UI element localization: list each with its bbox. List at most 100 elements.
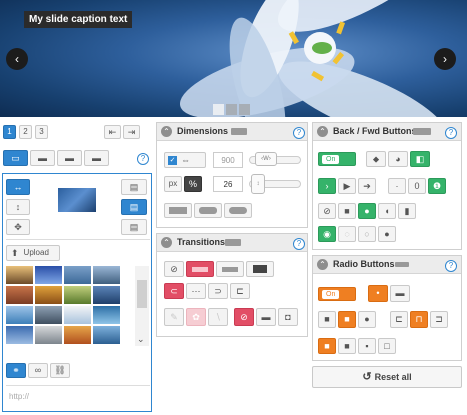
gallery-thumb[interactable] — [93, 266, 120, 284]
effect-button-2[interactable]: ✿ — [186, 308, 206, 326]
transition-none-button[interactable]: ⊘ — [164, 261, 184, 277]
gallery-thumb[interactable] — [6, 326, 33, 344]
radio-pos-button-1[interactable]: ⊏ — [390, 311, 408, 328]
fill-style-button-4[interactable]: ● — [378, 226, 396, 242]
nav-style-button-1[interactable]: ⬥ — [366, 151, 386, 167]
help-icon[interactable]: ? — [137, 153, 149, 165]
shape-style-button-5[interactable]: ▮ — [398, 203, 416, 219]
move-horizontal-button[interactable]: ↔ — [6, 179, 30, 195]
radio-pos-button-3[interactable]: ⊐ — [430, 311, 448, 328]
transition-slide-button[interactable] — [186, 261, 214, 277]
position-top-button[interactable]: ▤ — [121, 179, 147, 195]
gallery-thumb[interactable] — [6, 266, 33, 284]
radio-size-button-4[interactable]: □ — [378, 338, 396, 354]
layout-option-2[interactable]: ▬ — [30, 150, 55, 166]
back-fwd-toggle[interactable]: On — [318, 152, 356, 166]
help-icon[interactable]: ? — [293, 127, 305, 139]
gallery-thumb[interactable] — [93, 326, 120, 344]
layout-option-4[interactable]: ▬ — [84, 150, 109, 166]
scroll-down-icon[interactable]: ⌄ — [137, 334, 145, 345]
page-3-button[interactable]: 3 — [35, 125, 48, 139]
size-slider-knob[interactable]: ↕ — [251, 174, 265, 194]
fill-style-button-2[interactable]: ◌ — [338, 226, 356, 242]
effect-button-4[interactable]: ⊘ — [234, 308, 254, 326]
gallery-thumb[interactable] — [93, 286, 120, 304]
move-vertical-button[interactable]: ↕ — [6, 199, 30, 215]
gallery-thumb[interactable] — [35, 286, 62, 304]
nav-style-button-2[interactable]: ◕ — [388, 151, 408, 167]
fill-style-button-3[interactable]: ○ — [358, 226, 376, 242]
unlink-button[interactable]: ⛓ — [50, 363, 70, 378]
gallery-scrollbar[interactable]: ⌄ — [135, 266, 149, 346]
shape-style-button-4[interactable]: ◖ — [378, 203, 396, 219]
upload-button[interactable]: ⬆ Upload — [6, 245, 60, 261]
move-all-button[interactable]: ✥ — [6, 219, 30, 235]
shape-rounded-button[interactable] — [194, 203, 222, 218]
radio-shape-button-3[interactable]: ● — [358, 311, 376, 328]
position-middle-button[interactable]: ▤ — [121, 199, 147, 215]
aspect-checkbox-button[interactable]: ✓ ⇔ — [164, 152, 206, 168]
radio-toggle[interactable]: On — [318, 287, 356, 301]
slide-dot-3[interactable] — [239, 104, 250, 115]
gallery-thumb[interactable] — [35, 326, 62, 344]
help-icon[interactable]: ? — [445, 127, 457, 139]
dimensions-header[interactable]: ⌃ Dimensions — [157, 123, 307, 141]
radio-size-button-1[interactable]: ■ — [318, 338, 336, 354]
effect-button-5[interactable]: ▬ — [256, 308, 276, 326]
prev-slide-button[interactable]: ‹ — [6, 48, 28, 70]
effect-button-3[interactable]: ∖ — [208, 308, 228, 326]
layout-option-3[interactable]: ▬ — [57, 150, 82, 166]
help-icon[interactable]: ? — [293, 238, 305, 250]
effect-button-1[interactable]: ✎ — [164, 308, 184, 326]
radio-style-button-1[interactable]: • — [368, 285, 388, 302]
gallery-thumb[interactable] — [6, 306, 33, 324]
arrow-style-button-2[interactable]: ▶ — [338, 178, 356, 194]
counter-style-button-3[interactable]: ❶ — [428, 178, 446, 194]
page-1-button[interactable]: 1 — [3, 125, 16, 139]
shape-style-button-2[interactable]: ■ — [338, 203, 356, 219]
position-bottom-button[interactable]: ▤ — [121, 219, 147, 235]
counter-style-button-1[interactable]: · — [388, 178, 406, 194]
counter-style-button-2[interactable]: 0 — [408, 178, 426, 194]
unit-px-button[interactable]: px — [164, 176, 182, 192]
nav-style-button-3[interactable]: ◧ — [410, 151, 430, 167]
align-left-button[interactable]: ⇤ — [104, 125, 121, 139]
gallery-thumb[interactable] — [35, 266, 62, 284]
arrow-style-button-1[interactable]: › — [318, 178, 336, 194]
arrow-style-button-3[interactable]: ➔ — [358, 178, 376, 194]
radio-pos-button-2[interactable]: ⊓ — [410, 311, 428, 328]
easing-button-1[interactable]: ⊂ — [164, 283, 184, 299]
transition-fade-button[interactable] — [216, 261, 244, 277]
page-2-button[interactable]: 2 — [19, 125, 32, 139]
url-input[interactable]: http:// — [9, 392, 29, 401]
link-button[interactable]: ⚭ — [6, 363, 26, 378]
unit-percent-button[interactable]: % — [184, 176, 202, 192]
shape-style-button-3[interactable]: ● — [358, 203, 376, 219]
next-slide-button[interactable]: › — [434, 48, 456, 70]
radio-shape-button-1[interactable]: ■ — [318, 311, 336, 328]
effect-button-6[interactable]: ◘ — [278, 308, 298, 326]
back-fwd-header[interactable]: ⌃ Back / Fwd Buttons — [313, 123, 461, 141]
slide-dot-2[interactable] — [226, 104, 237, 115]
width-input[interactable]: 900 — [213, 152, 243, 168]
width-slider-knob[interactable]: ‹W› — [255, 152, 277, 166]
checkbox-checked-icon[interactable]: ✓ — [168, 155, 177, 165]
gallery-thumb[interactable] — [64, 326, 91, 344]
radio-shape-button-2[interactable]: ■ — [338, 311, 356, 328]
align-right-button[interactable]: ⇥ — [123, 125, 140, 139]
radio-style-button-2[interactable]: ▬ — [390, 285, 410, 302]
gallery-thumb[interactable] — [93, 306, 120, 324]
radio-size-button-3[interactable]: ▪ — [358, 338, 376, 354]
layout-option-1[interactable]: ▭ — [3, 150, 28, 166]
gallery-thumb[interactable] — [6, 286, 33, 304]
easing-button-4[interactable]: ⊏ — [230, 283, 250, 299]
chain-button[interactable]: ∞ — [28, 363, 48, 378]
shape-pill-button[interactable] — [224, 203, 252, 218]
fill-style-button-1[interactable]: ◉ — [318, 226, 336, 242]
radio-header[interactable]: ⌃ Radio Buttons — [313, 256, 461, 274]
easing-button-2[interactable]: ⋯ — [186, 283, 206, 299]
transitions-header[interactable]: ⌃ Transitions — [157, 234, 307, 252]
slide-dot-1[interactable] — [213, 104, 224, 115]
radio-size-button-2[interactable]: ■ — [338, 338, 356, 354]
shape-style-button-1[interactable]: ⊘ — [318, 203, 336, 219]
